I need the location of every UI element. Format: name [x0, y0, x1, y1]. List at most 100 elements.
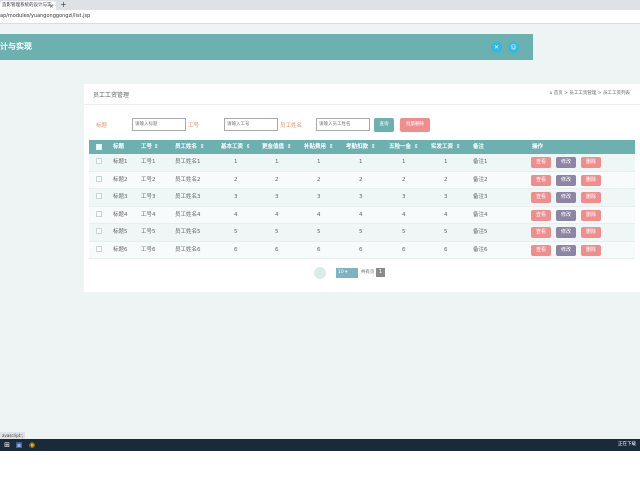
- divider: [84, 104, 640, 105]
- app-title: 计与实现: [0, 42, 32, 51]
- column-header[interactable]: 考勤扣款: [346, 140, 368, 154]
- view-button[interactable]: 查看: [531, 244, 551, 256]
- sort-icon[interactable]: ⇕: [456, 140, 461, 154]
- view-button[interactable]: 查看: [531, 174, 551, 186]
- row-checkbox[interactable]: [96, 158, 102, 164]
- table-cell: 标题4: [113, 211, 128, 218]
- select-all-checkbox[interactable]: [96, 144, 102, 150]
- table-cell: 1: [317, 159, 321, 165]
- tab-close-icon[interactable]: ×: [49, 2, 54, 10]
- table-cell: 5: [359, 229, 363, 235]
- no-search-input[interactable]: [224, 118, 278, 131]
- table-cell: 3: [275, 194, 279, 200]
- table-cell: 3: [234, 194, 238, 200]
- table-cell: 4: [275, 211, 279, 218]
- file-explorer-icon[interactable]: ▣: [14, 440, 24, 450]
- table-row: 标题2 工号2 员工姓名2 2 2 2 2 2 2 备注2 查看 修改 删除: [89, 171, 635, 189]
- row-checkbox[interactable]: [96, 245, 102, 252]
- table-cell: 1: [234, 159, 238, 165]
- address-bar[interactable]: ap/modules/yuangonggongzi/list.jsp: [0, 10, 640, 24]
- column-header[interactable]: 五险一金: [389, 140, 411, 154]
- bulk-delete-button[interactable]: 批量删除: [400, 118, 430, 132]
- user-icon[interactable]: ☺: [508, 42, 519, 53]
- table-cell: 工号2: [141, 176, 156, 183]
- edit-button[interactable]: 修改: [556, 209, 576, 221]
- edit-button[interactable]: 修改: [556, 174, 576, 186]
- view-button[interactable]: 查看: [531, 192, 551, 203]
- table-cell: 3: [444, 194, 448, 200]
- table-cell: 标题3: [113, 194, 128, 200]
- title-search-input[interactable]: [132, 118, 186, 131]
- edit-button[interactable]: 修改: [556, 192, 576, 203]
- view-button[interactable]: 查看: [531, 209, 551, 221]
- edit-button[interactable]: 修改: [556, 244, 576, 256]
- table-cell: 5: [317, 229, 321, 235]
- page-title: 员工工资管理: [93, 92, 130, 99]
- row-checkbox[interactable]: [96, 193, 102, 199]
- row-checkbox[interactable]: [96, 228, 102, 234]
- table-cell: 员工姓名2: [175, 176, 201, 183]
- sort-icon[interactable]: ⇕: [154, 140, 159, 154]
- page-size-select[interactable]: 10 ▾: [336, 268, 358, 278]
- delete-button[interactable]: 删除: [581, 244, 601, 256]
- column-header[interactable]: 基本工资: [221, 140, 243, 154]
- column-header[interactable]: 员工姓名: [175, 140, 197, 154]
- column-header: 操作: [532, 144, 544, 150]
- table-cell: 6: [444, 246, 448, 253]
- column-header[interactable]: 工号: [141, 140, 152, 154]
- delete-button[interactable]: 删除: [581, 174, 601, 186]
- view-button[interactable]: 查看: [531, 157, 551, 168]
- table-cell: 2: [444, 176, 448, 183]
- table-cell: 1: [444, 159, 448, 165]
- table-row: 标题6 工号6 员工姓名6 6 6 6 6 6 6 备注6 查看 修改 删除: [89, 241, 635, 259]
- table-cell: 6: [275, 246, 279, 253]
- status-link: avascript:;: [0, 432, 26, 439]
- edit-button[interactable]: 修改: [556, 227, 576, 238]
- prev-page-button[interactable]: [314, 267, 326, 279]
- table-cell: 5: [444, 229, 448, 235]
- view-button[interactable]: 查看: [531, 227, 551, 238]
- column-header[interactable]: 实发工资: [431, 140, 453, 154]
- table-row: 标题5 工号5 员工姓名5 5 5 5 5 5 5 备注5 查看 修改 删除: [89, 224, 635, 242]
- table-cell: 1: [275, 159, 279, 165]
- row-checkbox[interactable]: [96, 210, 102, 217]
- sort-icon[interactable]: ⇕: [200, 140, 205, 154]
- column-header[interactable]: 补贴费用: [304, 140, 326, 154]
- table-cell: 工号1: [141, 159, 156, 165]
- taskbar-status-text: 正在下载: [618, 442, 636, 447]
- column-header[interactable]: 更金值值: [262, 140, 284, 154]
- table-cell: 5: [402, 229, 406, 235]
- delete-button[interactable]: 删除: [581, 192, 601, 203]
- table-cell: 4: [359, 211, 363, 218]
- table-cell: 6: [402, 246, 406, 253]
- name-search-input[interactable]: [316, 118, 370, 131]
- sort-icon[interactable]: ⇕: [414, 140, 419, 154]
- table-cell: 备注5: [473, 229, 488, 235]
- sort-icon[interactable]: ⇕: [329, 140, 334, 154]
- sort-icon[interactable]: ⇕: [246, 140, 251, 154]
- sort-icon[interactable]: ⇕: [287, 140, 292, 154]
- table-cell: 2: [359, 176, 363, 183]
- sort-icon[interactable]: ⇕: [371, 140, 376, 154]
- column-header[interactable]: 备注: [473, 140, 484, 154]
- windows-start-icon[interactable]: ⊞: [2, 440, 12, 450]
- filter-label-name: 员工姓名: [280, 123, 303, 129]
- chrome-icon[interactable]: ◉: [27, 440, 37, 450]
- page-number-1[interactable]: 1: [376, 268, 385, 277]
- row-checkbox[interactable]: [96, 175, 102, 182]
- url-text: ap/modules/yuangonggongzi/list.jsp: [0, 13, 91, 19]
- delete-button[interactable]: 删除: [581, 209, 601, 221]
- table-cell: 员工姓名5: [175, 229, 201, 235]
- table-cell: 4: [444, 211, 448, 218]
- browser-tab[interactable]: 造影管理系统的设计与实… ×: [0, 1, 56, 10]
- delete-button[interactable]: 删除: [581, 227, 601, 238]
- search-button[interactable]: 查询: [374, 118, 394, 132]
- edit-button[interactable]: 修改: [556, 157, 576, 168]
- column-header[interactable]: 标题: [113, 140, 124, 154]
- table-cell: 标题2: [113, 176, 128, 183]
- close-icon[interactable]: ✕: [491, 42, 502, 53]
- app-root: 计与实现 ✕ ☺ 员工工资管理 ⌂ 首页 > 员工工资管理 > 员工工资列表 标…: [0, 24, 640, 438]
- new-tab-icon[interactable]: +: [60, 0, 67, 10]
- table-row: 标题1 工号1 员工姓名1 1 1 1 1 1 1 备注1 查看 修改 删除: [89, 154, 635, 172]
- delete-button[interactable]: 删除: [581, 157, 601, 168]
